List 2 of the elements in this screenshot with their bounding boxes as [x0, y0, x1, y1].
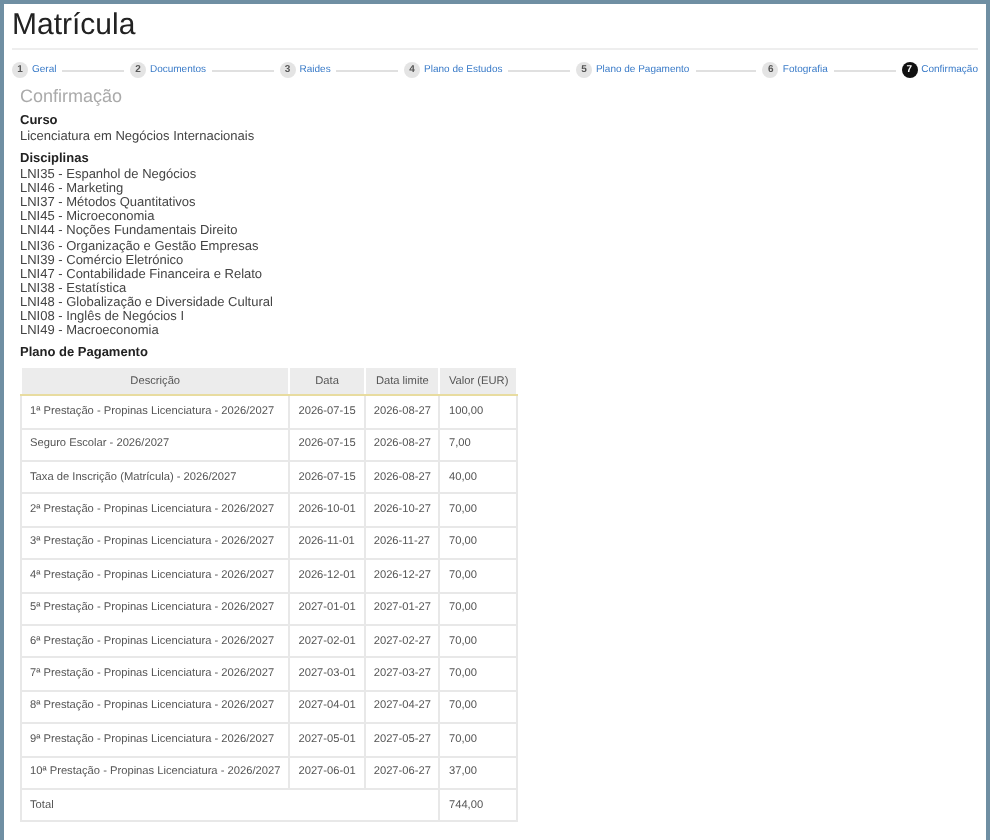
page-title: Matrícula — [12, 8, 978, 50]
section-title: Confirmação — [18, 86, 125, 106]
